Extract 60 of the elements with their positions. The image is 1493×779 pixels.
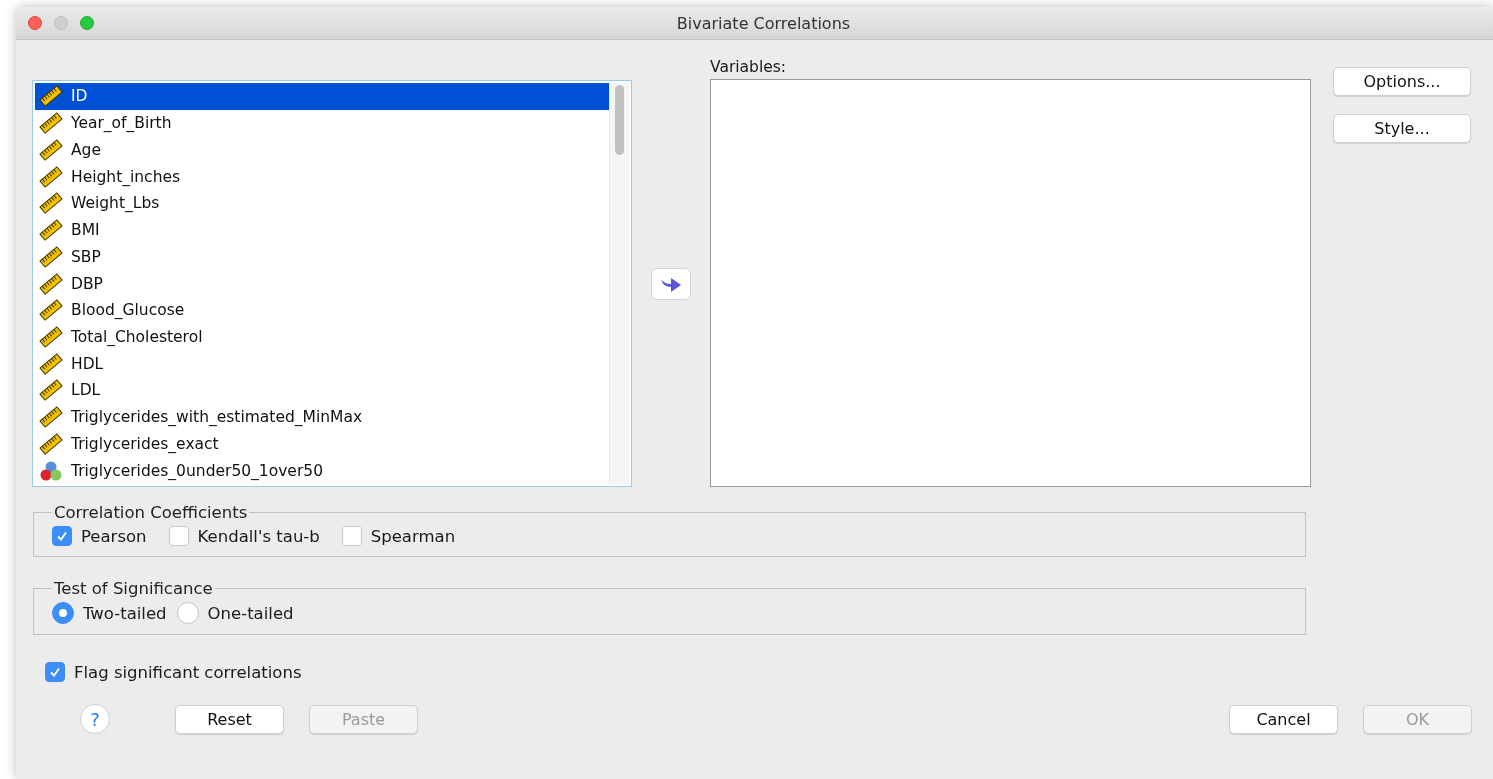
variable-name: Triglycerides_with_estimated_MinMax (71, 408, 363, 427)
zoom-icon[interactable] (80, 16, 94, 30)
variable-item[interactable]: Total_Cholesterol (35, 323, 609, 351)
variable-name: SBP (71, 247, 101, 266)
variable-item[interactable]: ID (35, 83, 609, 110)
radio-option[interactable]: Two-tailed (52, 602, 167, 624)
checkbox[interactable] (52, 526, 72, 546)
dialog-button[interactable]: Reset (175, 704, 284, 734)
three-balls-icon (39, 459, 63, 482)
variable-item[interactable]: SBP (35, 243, 609, 271)
variable-name: Height_inches (71, 167, 181, 186)
close-icon[interactable] (28, 16, 42, 30)
minimize-icon[interactable] (54, 16, 68, 30)
group-title: Test of Significance (53, 579, 214, 598)
variable-item[interactable]: BMI (35, 216, 609, 244)
window-title: Bivariate Correlations (675, 13, 852, 33)
variable-name: Age (71, 140, 101, 159)
checkbox-option[interactable]: Spearman (341, 526, 456, 546)
checkmark-icon (48, 665, 62, 679)
help-button[interactable]: ? (80, 704, 110, 734)
checkbox[interactable] (45, 662, 65, 682)
arrow-right-icon (660, 275, 682, 293)
checkbox-option[interactable]: Kendall's tau-b (168, 526, 320, 546)
variable-name: Triglycerides_0under50_1over50 (71, 461, 323, 480)
checkbox[interactable] (168, 526, 189, 546)
variable-item[interactable]: Triglycerides_with_estimated_MinMax (35, 403, 609, 431)
scroll-bar[interactable] (609, 83, 629, 484)
variable-name: LDL (71, 381, 101, 400)
variable-item[interactable]: LDL (35, 377, 609, 404)
variable-item[interactable]: Triglycerides_0under50_1over50 (35, 457, 609, 484)
variable-name: HDL (71, 354, 104, 373)
variable-name: ID (71, 87, 88, 106)
variable-item[interactable]: DBP (35, 270, 609, 297)
group-title: Correlation Coefficients (53, 503, 249, 522)
checkbox[interactable] (341, 526, 362, 546)
variable-name: Year_of_Birth (71, 114, 172, 133)
variable-name: Blood_Glucose (71, 301, 185, 320)
dialog-button[interactable]: Style... (1333, 114, 1471, 143)
dialog-button[interactable]: Options... (1333, 67, 1471, 96)
dialog-button[interactable]: Cancel (1229, 704, 1338, 734)
variable-item[interactable]: Blood_Glucose (35, 296, 609, 324)
variable-item[interactable]: Weight_Lbs (35, 189, 609, 217)
variable-name: Total_Cholesterol (71, 327, 203, 346)
variable-item[interactable]: HDL (35, 350, 609, 378)
variable-name: Triglycerides_exact (71, 434, 219, 453)
variables-label: Variables: (710, 58, 788, 78)
variable-name: DBP (71, 274, 103, 293)
radio-button[interactable] (176, 602, 199, 624)
radio-option[interactable]: One-tailed (176, 602, 294, 624)
variable-item[interactable]: Height_inches (35, 163, 609, 190)
checkbox-option[interactable]: Flag significant correlations (45, 662, 1493, 682)
variable-name: Weight_Lbs (71, 194, 160, 213)
variable-item[interactable]: Triglycerides_exact (35, 430, 609, 458)
radio-button[interactable] (52, 602, 74, 624)
checkmark-icon (55, 529, 69, 543)
variable-item[interactable]: Year_of_Birth (35, 109, 609, 137)
move-button[interactable] (651, 268, 691, 300)
variable-name: BMI (71, 221, 100, 240)
variable-item[interactable]: Age (35, 136, 609, 164)
checkbox-option[interactable]: Pearson (52, 526, 147, 546)
